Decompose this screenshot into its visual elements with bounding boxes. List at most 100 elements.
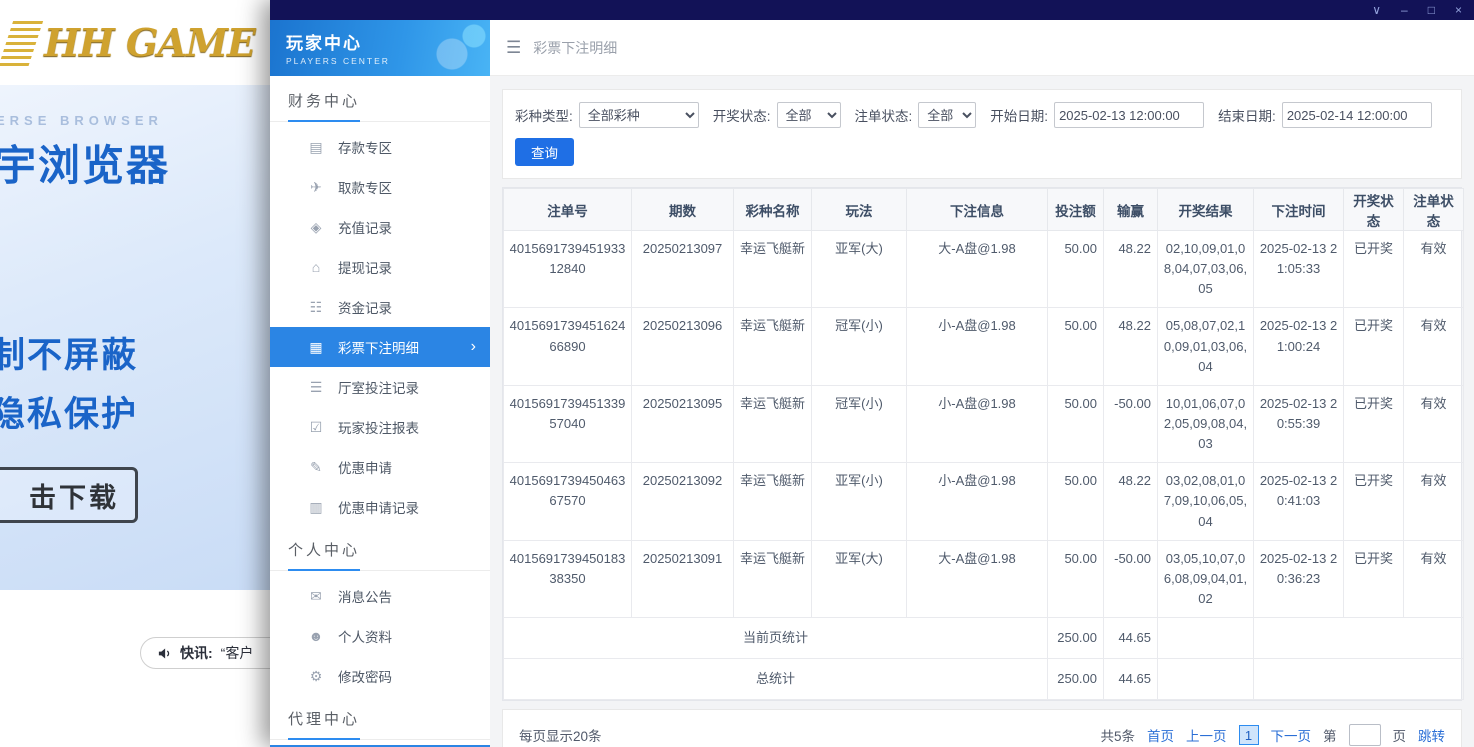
- table-cell: 已开奖: [1344, 231, 1404, 308]
- column-header: 开奖状态: [1344, 189, 1404, 231]
- table-cell: 2025-02-13 21:00:24: [1254, 308, 1344, 385]
- table-cell: 幸运飞艇新: [734, 385, 812, 462]
- lottery-type-select[interactable]: 全部彩种: [579, 102, 699, 128]
- sidebar-item[interactable]: ☰厅室投注记录: [270, 367, 490, 407]
- start-date-label: 开始日期:: [990, 105, 1048, 125]
- banner-tagline: ERSE BROWSER: [0, 113, 270, 128]
- sidebar-header: 玩家中心 PLAYERS CENTER: [270, 20, 490, 76]
- password-icon: ⚙: [308, 668, 324, 685]
- sidebar-item[interactable]: ✉消息公告: [270, 576, 490, 616]
- jump-button[interactable]: 跳转: [1418, 725, 1445, 745]
- table-cell: 05,08,07,02,10,09,01,03,06,04: [1158, 308, 1254, 385]
- page-content: 彩种类型: 全部彩种 开奖状态: 全部 注单状态: 全部 开始日期:: [490, 76, 1474, 747]
- site-logo: HH GAME: [0, 0, 280, 85]
- next-page-link[interactable]: 下一页: [1271, 725, 1312, 745]
- column-header: 输赢: [1104, 189, 1158, 231]
- jump-prefix-label: 第: [1323, 725, 1337, 745]
- download-button[interactable]: 击下载: [0, 467, 138, 523]
- sidebar-item-label: 消息公告: [338, 586, 392, 606]
- column-header: 投注额: [1048, 189, 1104, 231]
- column-header: 注单状态: [1404, 189, 1464, 231]
- sidebar-item-label: 玩家投注报表: [338, 417, 419, 437]
- table-header-row: 注单号期数彩种名称玩法下注信息投注额输赢开奖结果下注时间开奖状态注单状态: [504, 189, 1464, 231]
- table-cell: 有效: [1404, 231, 1464, 308]
- sidebar-item-label: 提现记录: [338, 257, 392, 277]
- sidebar-title: 玩家中心: [286, 29, 490, 54]
- page-topbar: ☰ 彩票下注明细: [490, 20, 1474, 76]
- deposit-icon: ▤: [308, 139, 324, 156]
- chevron-right-icon: ›: [471, 338, 476, 356]
- total-count-text: 共5条: [1100, 725, 1135, 745]
- table-cell: 48.22: [1104, 308, 1158, 385]
- sidebar-item[interactable]: ⌂ 提现记录: [270, 247, 490, 287]
- sidebar-item[interactable]: ▦彩票下注明细›: [270, 327, 490, 367]
- summary-cell: 250.00: [1048, 618, 1104, 659]
- table-cell: 20250213097: [632, 231, 734, 308]
- current-page-button[interactable]: 1: [1239, 725, 1259, 745]
- start-date-input[interactable]: [1054, 102, 1204, 128]
- table-cell: 401569173945162466890: [504, 308, 632, 385]
- sidebar-section-header-2: 代理中心: [270, 696, 490, 740]
- table-cell: 03,05,10,07,06,08,09,04,01,02: [1158, 540, 1254, 617]
- table-cell: 已开奖: [1344, 463, 1404, 540]
- order-status-select[interactable]: 全部: [918, 102, 976, 128]
- sidebar-item-label: 资金记录: [338, 297, 392, 317]
- window-titlebar: ∨ – □ ×: [270, 0, 1474, 20]
- sidebar-item-label: 优惠申请: [338, 457, 392, 477]
- search-button[interactable]: 查询: [515, 138, 574, 166]
- hall-bets-icon: ☰: [308, 379, 324, 396]
- draw-status-select[interactable]: 全部: [777, 102, 841, 128]
- banner-line-2: 制不屏蔽: [0, 327, 270, 378]
- withdraw-record-icon: ⌂: [308, 259, 324, 275]
- table-cell: 48.22: [1104, 463, 1158, 540]
- table-cell: 大-A盘@1.98: [907, 231, 1048, 308]
- sidebar-section-header-1: 个人中心: [270, 527, 490, 571]
- logo-text: HH GAME: [44, 20, 255, 65]
- summary-cell: [1158, 659, 1254, 700]
- table-cell: 401569173945193312840: [504, 231, 632, 308]
- sidebar-item[interactable]: ✈取款专区: [270, 167, 490, 207]
- sidebar-item-label: 修改密码: [338, 666, 392, 686]
- end-date-label: 结束日期:: [1218, 105, 1276, 125]
- order-status-label: 注单状态:: [855, 105, 913, 125]
- window-chevron-icon[interactable]: ∨: [1372, 4, 1381, 16]
- sidebar-item[interactable]: ▤存款专区: [270, 127, 490, 167]
- summary-row: 当前页统计250.0044.65: [504, 618, 1464, 659]
- summary-cell: [1254, 618, 1464, 659]
- table-cell: 幸运飞艇新: [734, 231, 812, 308]
- table-cell: 50.00: [1048, 308, 1104, 385]
- jump-suffix-label: 页: [1393, 725, 1407, 745]
- sidebar-item-label: 彩票下注明细: [338, 337, 419, 357]
- sidebar-item[interactable]: ▥优惠申请记录: [270, 487, 490, 527]
- table-cell: 已开奖: [1344, 540, 1404, 617]
- table-cell: 有效: [1404, 540, 1464, 617]
- sidebar-item[interactable]: ✎ 优惠申请: [270, 447, 490, 487]
- window-close-icon[interactable]: ×: [1455, 4, 1462, 16]
- filter-panel: 彩种类型: 全部彩种 开奖状态: 全部 注单状态: 全部 开始日期:: [502, 89, 1462, 179]
- page-title: 彩票下注明细: [533, 38, 617, 58]
- end-date-input[interactable]: [1282, 102, 1432, 128]
- table-cell: 幸运飞艇新: [734, 540, 812, 617]
- sidebar-item[interactable]: ☻个人资料: [270, 616, 490, 656]
- first-page-link[interactable]: 首页: [1147, 725, 1174, 745]
- sidebar-item[interactable]: ☷资金记录: [270, 287, 490, 327]
- menu-icon[interactable]: ☰: [506, 38, 521, 58]
- prev-page-link[interactable]: 上一页: [1186, 725, 1227, 745]
- sidebar-item-label: 取款专区: [338, 177, 392, 197]
- table-cell: 有效: [1404, 385, 1464, 462]
- sidebar-subtitle: PLAYERS CENTER: [286, 56, 490, 66]
- jump-page-input[interactable]: [1349, 724, 1381, 746]
- promo-records-icon: ▥: [308, 499, 324, 516]
- sidebar-item[interactable]: ◈充值记录: [270, 207, 490, 247]
- summary-cell: [1158, 618, 1254, 659]
- table-cell: 亚军(大): [812, 540, 907, 617]
- window-minimize-icon[interactable]: –: [1401, 4, 1408, 16]
- window-maximize-icon[interactable]: □: [1428, 4, 1435, 16]
- sidebar-item[interactable]: ☑玩家投注报表: [270, 407, 490, 447]
- table-row: 40156917394501833835020250213091幸运飞艇新亚军(…: [504, 540, 1464, 617]
- main-panel: ☰ 彩票下注明细 彩种类型: 全部彩种 开奖状态: 全部 注单状态:: [490, 20, 1474, 747]
- sidebar-item[interactable]: ⚙ 修改密码: [270, 656, 490, 696]
- table-cell: 冠军(小): [812, 385, 907, 462]
- screen: HH GAME ERSE BROWSER 宇浏览器 制不屏蔽 隐私保护 击下载 …: [0, 0, 1474, 747]
- promo-apply-icon: ✎: [308, 459, 324, 476]
